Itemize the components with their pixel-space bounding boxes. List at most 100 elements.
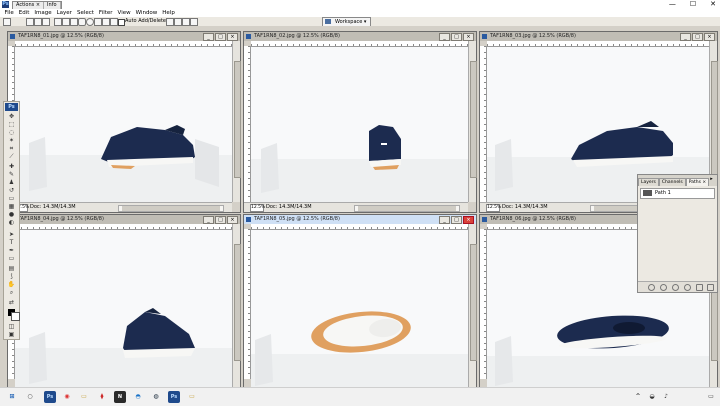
doc-maximize-button[interactable]: □ bbox=[692, 33, 703, 41]
stroke-path-icon[interactable] bbox=[660, 284, 667, 291]
edge-icon[interactable]: ◓ bbox=[132, 391, 144, 403]
document-window-4[interactable]: TAF1RN8_04.jpg @ 12.5% (RGB/8) _ □ × bbox=[7, 214, 241, 390]
folder-icon[interactable]: ▭ bbox=[186, 391, 198, 403]
doc-close-button[interactable]: × bbox=[463, 216, 474, 224]
document-title-bar[interactable]: TAF1RN8_03.jpg @ 12.5% (RGB/8) _ □ × bbox=[480, 32, 717, 41]
document-canvas[interactable] bbox=[251, 230, 468, 389]
crop-tool-icon[interactable]: ⌗ bbox=[7, 146, 16, 152]
chrome-icon[interactable]: ◉ bbox=[61, 391, 73, 403]
brush-tool-icon[interactable]: ✎ bbox=[7, 172, 16, 178]
magic-wand-tool-icon[interactable]: ✶ bbox=[7, 138, 16, 144]
quick-mask-icon[interactable]: ◫ bbox=[7, 324, 16, 330]
scrollbar-thumb[interactable] bbox=[711, 61, 718, 178]
delete-path-icon[interactable] bbox=[707, 284, 714, 291]
notes-tool-icon[interactable]: ▤ bbox=[7, 266, 16, 272]
notifications-icon[interactable]: ▭ bbox=[705, 391, 717, 403]
path-selection-tool-icon[interactable]: ➤ bbox=[7, 232, 16, 238]
blur-tool-icon[interactable]: ● bbox=[7, 212, 16, 218]
document-canvas[interactable] bbox=[251, 47, 468, 202]
network-icon[interactable]: ◒ bbox=[646, 391, 658, 403]
clone-stamp-tool-icon[interactable]: ♟ bbox=[7, 180, 16, 186]
dodge-tool-icon[interactable]: ◐ bbox=[7, 220, 16, 226]
menu-image[interactable]: Image bbox=[32, 9, 54, 17]
path-list-item[interactable]: Path 1 bbox=[640, 188, 715, 199]
document-window-1[interactable]: TAF1RN8_01.jpg @ 12.5% (RGB/8) _ □ × 12.5%… bbox=[7, 31, 241, 213]
paths-mode-icon[interactable] bbox=[34, 18, 42, 26]
exclude-overlap-icon[interactable] bbox=[190, 18, 198, 26]
ellipse-shape-icon[interactable] bbox=[86, 18, 94, 26]
fill-pixels-icon[interactable] bbox=[42, 18, 50, 26]
vertical-scrollbar[interactable] bbox=[468, 41, 477, 202]
rounded-rectangle-icon[interactable] bbox=[78, 18, 86, 26]
zoom-tool-icon[interactable]: ⌕ bbox=[7, 290, 16, 296]
load-selection-icon[interactable] bbox=[672, 284, 679, 291]
menu-window[interactable]: Window bbox=[133, 9, 160, 17]
photoshop-taskbar-icon[interactable]: Ps bbox=[168, 391, 180, 403]
maximize-button[interactable]: ☐ bbox=[690, 0, 696, 9]
doc-maximize-button[interactable]: □ bbox=[451, 33, 462, 41]
scrollbar-thumb[interactable] bbox=[470, 244, 477, 361]
healing-brush-tool-icon[interactable]: ✚ bbox=[7, 164, 16, 170]
eyedropper-tool-icon[interactable]: ⟆ bbox=[7, 274, 16, 280]
doc-close-button[interactable]: × bbox=[227, 216, 238, 224]
tab-channels[interactable]: Channels bbox=[658, 178, 686, 186]
eraser-tool-icon[interactable]: ▭ bbox=[7, 196, 16, 202]
document-canvas[interactable] bbox=[15, 47, 232, 202]
tab-paths[interactable]: Paths × bbox=[685, 178, 710, 186]
intersect-path-areas-icon[interactable] bbox=[182, 18, 190, 26]
scrollbar-thumb[interactable] bbox=[234, 244, 241, 361]
document-title-bar[interactable]: TAF1RN8_02.jpg @ 12.5% (RGB/8) _ □ × bbox=[244, 32, 476, 41]
background-color-swatch[interactable] bbox=[11, 312, 20, 321]
slice-tool-icon[interactable]: ⟋ bbox=[7, 154, 16, 160]
menu-filter[interactable]: Filter bbox=[96, 9, 115, 17]
vertical-scrollbar[interactable] bbox=[232, 41, 241, 202]
document-title-bar[interactable]: TAF1RN8_01.jpg @ 12.5% (RGB/8) _ □ × bbox=[8, 32, 240, 41]
type-tool-icon[interactable]: T bbox=[7, 240, 16, 246]
horizontal-scrollbar[interactable] bbox=[354, 205, 460, 212]
tray-chevron-icon[interactable]: ^ bbox=[632, 391, 644, 403]
menu-layer[interactable]: Layer bbox=[54, 9, 74, 17]
doc-minimize-button[interactable]: _ bbox=[203, 33, 214, 41]
new-path-icon[interactable] bbox=[696, 284, 703, 291]
swap-colors-icon[interactable]: ⇄ bbox=[7, 300, 16, 306]
doc-minimize-button[interactable]: _ bbox=[203, 216, 214, 224]
make-work-path-icon[interactable] bbox=[684, 284, 691, 291]
add-to-path-area-icon[interactable] bbox=[166, 18, 174, 26]
document-window-5[interactable]: TAF1RN8_05.jpg @ 12.5% (RGB/8) _ □ × bbox=[243, 214, 477, 390]
fill-path-icon[interactable] bbox=[648, 284, 655, 291]
scrollbar-thumb[interactable] bbox=[122, 206, 220, 211]
menu-edit[interactable]: Edit bbox=[16, 9, 32, 17]
photoshop-taskbar-icon[interactable]: Ps bbox=[44, 391, 56, 403]
doc-minimize-button[interactable]: _ bbox=[439, 216, 450, 224]
document-title-bar[interactable]: TAF1RN8_05.jpg @ 12.5% (RGB/8) _ □ × bbox=[244, 215, 476, 224]
freeform-pen-icon[interactable] bbox=[62, 18, 70, 26]
horizontal-scrollbar[interactable] bbox=[118, 205, 224, 212]
photoshop-logo-icon[interactable]: Ps bbox=[5, 103, 18, 111]
pen-icon[interactable] bbox=[54, 18, 62, 26]
document-size-info[interactable]: Doc: 14.3M/14.3M bbox=[502, 203, 548, 212]
pen-tool-preset-icon[interactable] bbox=[3, 18, 11, 26]
doc-maximize-button[interactable]: □ bbox=[215, 33, 226, 41]
windows-start-icon[interactable]: ⊞ bbox=[6, 391, 18, 403]
file-explorer-icon[interactable]: ▭ bbox=[78, 391, 90, 403]
doc-close-button[interactable]: × bbox=[463, 33, 474, 41]
vertical-scrollbar[interactable] bbox=[232, 224, 241, 389]
hand-tool-icon[interactable]: ✋ bbox=[7, 282, 16, 288]
subtract-path-area-icon[interactable] bbox=[174, 18, 182, 26]
gradient-tool-icon[interactable]: ▦ bbox=[7, 204, 16, 210]
acrobat-icon[interactable]: ⧫ bbox=[96, 391, 108, 403]
document-canvas[interactable] bbox=[15, 230, 232, 389]
panel-menu-icon[interactable]: ▸ bbox=[708, 176, 715, 182]
pen-tool-icon[interactable]: ✒ bbox=[7, 248, 16, 254]
menu-view[interactable]: View bbox=[115, 9, 133, 17]
screen-mode-icon[interactable]: ▣ bbox=[7, 332, 16, 338]
zoom-field[interactable]: 12.5% bbox=[486, 204, 501, 212]
scrollbar-thumb[interactable] bbox=[358, 206, 456, 211]
move-tool-icon[interactable]: ✥ bbox=[7, 114, 16, 120]
menu-select[interactable]: Select bbox=[74, 9, 96, 17]
doc-close-button[interactable]: × bbox=[704, 33, 715, 41]
document-title-bar[interactable]: TAF1RN8_04.jpg @ 12.5% (RGB/8) _ □ × bbox=[8, 215, 240, 224]
polygon-shape-icon[interactable] bbox=[94, 18, 102, 26]
scrollbar-thumb[interactable] bbox=[470, 61, 477, 178]
vertical-scrollbar[interactable] bbox=[468, 224, 477, 389]
